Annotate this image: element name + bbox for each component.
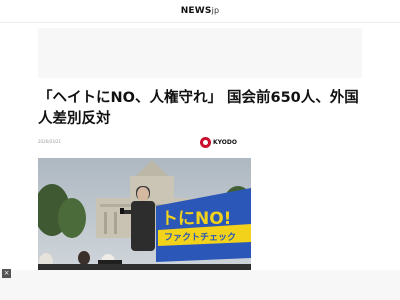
site-header: NEWSjp [0,0,400,23]
site-logo[interactable]: NEWSjp [181,6,220,16]
kyodo-logo-icon [200,136,211,148]
banner-subtext: ファクトチェック [164,232,236,243]
banner-text: トにNO! [161,209,231,229]
source-label: KYODO [213,138,237,146]
article-photo: トにNO! ファクトチェック [38,158,251,270]
protest-photo: トにNO! ファクトチェック [38,158,251,270]
article-source[interactable]: KYODO [200,136,237,148]
close-icon[interactable]: × [2,269,11,278]
bottom-ad-bar [0,270,400,300]
article-headline: 「ヘイトにNO、人権守れ」 国会前650人、外国人差別反対 [38,90,359,127]
ad-placeholder [38,28,362,78]
article-date: 2026/03/21 [38,139,62,144]
